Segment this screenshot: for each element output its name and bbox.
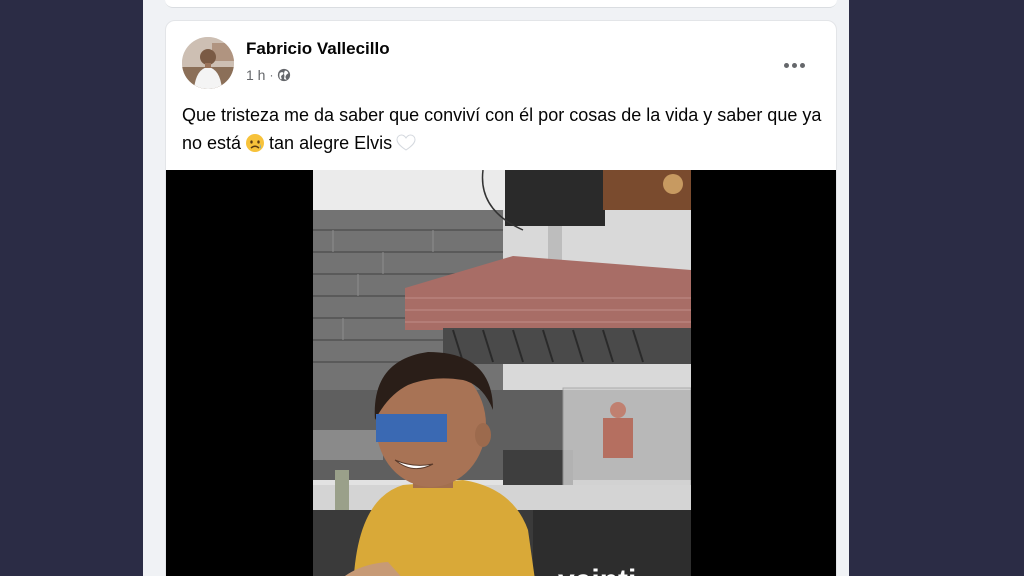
- author-avatar[interactable]: [182, 37, 234, 89]
- post-card: Fabricio Vallecillo 1 h · Que tristeza m…: [165, 20, 837, 576]
- post-media[interactable]: veinti: [166, 170, 836, 576]
- post-header: Fabricio Vallecillo 1 h ·: [182, 37, 822, 93]
- censor-bar: [376, 414, 447, 442]
- post-photo[interactable]: veinti: [313, 170, 691, 576]
- post-text: Que tristeza me da saber que conviví con…: [182, 101, 822, 157]
- sad-face-emoji-icon: [245, 133, 265, 153]
- author-name[interactable]: Fabricio Vallecillo: [246, 39, 390, 59]
- post-time[interactable]: 1 h: [246, 67, 265, 83]
- previous-post-edge: [165, 0, 837, 8]
- more-horizontal-icon: [783, 62, 805, 68]
- news-feed: Fabricio Vallecillo 1 h · Que tristeza m…: [143, 0, 849, 576]
- globe-icon[interactable]: [277, 68, 291, 82]
- media-sign-text: veinti: [558, 564, 636, 576]
- post-text-part2: tan alegre Elvis: [269, 133, 393, 153]
- white-heart-emoji-icon: [396, 132, 416, 151]
- post-meta: 1 h ·: [246, 67, 291, 83]
- meta-separator: ·: [269, 68, 274, 82]
- more-options-button[interactable]: [776, 47, 812, 83]
